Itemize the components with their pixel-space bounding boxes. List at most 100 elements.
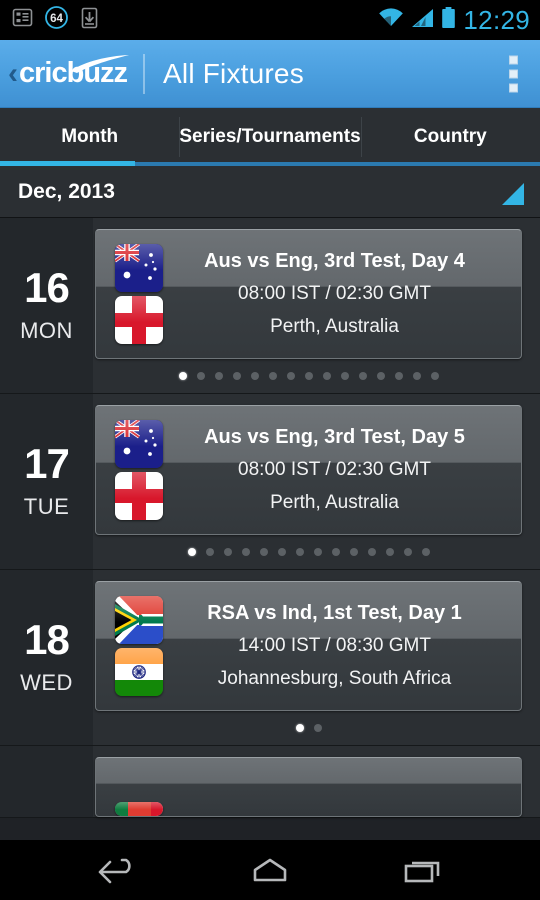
pagination-dot[interactable] xyxy=(286,372,295,380)
fixture-time: 08:00 IST / 02:30 GMT xyxy=(238,283,431,305)
signal-icon xyxy=(411,8,434,33)
fixture-flags xyxy=(106,596,172,696)
triangle-expand-icon[interactable] xyxy=(502,183,524,205)
fixture-day-column: 18 WED xyxy=(0,570,93,746)
australia-flag xyxy=(115,420,163,468)
pagination-dot[interactable] xyxy=(340,372,349,380)
recents-nav-icon[interactable] xyxy=(375,848,471,892)
wifi-icon xyxy=(378,7,404,33)
back-chevron-icon[interactable]: ‹ xyxy=(8,58,18,89)
svg-text:64: 64 xyxy=(50,13,63,25)
fixture-info: Aus vs Eng, 3rd Test, Day 5 08:00 IST / … xyxy=(172,426,511,514)
fixture-flags xyxy=(106,802,172,816)
pagination-dot[interactable] xyxy=(412,372,421,380)
pagination-dot[interactable] xyxy=(331,548,340,556)
status-bar-clock: 12:29 xyxy=(463,5,530,35)
action-bar-divider xyxy=(143,53,146,94)
pagination-dot[interactable] xyxy=(250,372,259,380)
pagination-dot[interactable] xyxy=(358,372,367,380)
england-flag xyxy=(115,296,163,344)
england-flag xyxy=(115,472,163,520)
fixture-time: 14:00 IST / 08:30 GMT xyxy=(238,635,431,657)
home-nav-icon[interactable] xyxy=(222,848,318,892)
pagination-dot[interactable] xyxy=(322,372,331,380)
pagination-dot[interactable] xyxy=(178,372,187,380)
fixture-card[interactable] xyxy=(95,757,522,817)
tab-series-label: Series/Tournaments xyxy=(179,126,361,147)
fixture-day-column: 17 TUE xyxy=(0,394,93,570)
action-bar: ‹ cricbuzz All Fixtures xyxy=(0,40,540,108)
pagination-dot[interactable] xyxy=(421,548,430,556)
download-icon xyxy=(80,7,99,34)
pagination-dot[interactable] xyxy=(349,548,358,556)
fixture-row[interactable]: 16 MON Aus vs Eng, 3rd Test, Day 4 08:00… xyxy=(0,218,540,394)
fixture-venue: Perth, Australia xyxy=(270,492,399,513)
fixture-row-body[interactable]: Aus vs Eng, 3rd Test, Day 4 08:00 IST / … xyxy=(93,218,540,394)
fixture-day-number: 17 xyxy=(24,440,70,487)
pagination-dot[interactable] xyxy=(196,372,205,380)
fixture-venue: Johannesburg, South Africa xyxy=(217,668,452,689)
fixture-title: Aus vs Eng, 3rd Test, Day 4 xyxy=(204,250,465,273)
tab-month-label: Month xyxy=(61,126,119,147)
pagination-dot[interactable] xyxy=(313,724,322,732)
fixture-day-number: 18 xyxy=(24,616,70,663)
fixture-day-name: WED xyxy=(20,670,73,695)
pagination-dot[interactable] xyxy=(259,548,268,556)
tab-series-tournaments[interactable]: Series/Tournaments xyxy=(179,108,361,166)
fixture-day-column: 16 MON xyxy=(0,218,93,394)
pagination-dot[interactable] xyxy=(223,548,232,556)
pagination-dot[interactable] xyxy=(394,372,403,380)
pagination-dot[interactable] xyxy=(205,548,214,556)
month-header-label: Dec, 2013 xyxy=(18,179,115,203)
fixture-pagination[interactable] xyxy=(95,535,522,569)
fixture-flags xyxy=(106,420,172,520)
back-nav-icon[interactable] xyxy=(69,848,165,892)
australia-flag xyxy=(115,244,163,292)
fixture-day-name: MON xyxy=(20,318,73,343)
pagination-dot[interactable] xyxy=(403,548,412,556)
fixture-row[interactable] xyxy=(0,746,540,818)
fixture-info: Aus vs Eng, 3rd Test, Day 4 08:00 IST / … xyxy=(172,250,511,338)
fixture-row[interactable]: 17 TUE Aus vs Eng, 3rd Test, Day 5 08:00… xyxy=(0,394,540,570)
fixtures-list[interactable]: 16 MON Aus vs Eng, 3rd Test, Day 4 08:00… xyxy=(0,218,540,840)
fixture-day-name: TUE xyxy=(23,494,70,519)
android-nav-bar xyxy=(0,840,540,900)
fixture-row-body[interactable]: Aus vs Eng, 3rd Test, Day 5 08:00 IST / … xyxy=(93,394,540,570)
pagination-dot[interactable] xyxy=(376,372,385,380)
pagination-dot[interactable] xyxy=(367,548,376,556)
fixture-title: RSA vs Ind, 1st Test, Day 1 xyxy=(207,602,462,625)
logo-swoosh-icon xyxy=(69,55,131,80)
pagination-dot[interactable] xyxy=(304,372,313,380)
pagination-dot[interactable] xyxy=(277,548,286,556)
fixture-row[interactable]: 18 WED RSA vs Ind, 1st Test, Day 1 14:00… xyxy=(0,570,540,746)
pagination-dot[interactable] xyxy=(241,548,250,556)
pagination-dot[interactable] xyxy=(232,372,241,380)
list-icon xyxy=(12,7,33,33)
fixture-info: RSA vs Ind, 1st Test, Day 1 14:00 IST / … xyxy=(172,602,511,690)
fixture-pagination[interactable] xyxy=(95,359,522,393)
pagination-dot[interactable] xyxy=(214,372,223,380)
pagination-dot[interactable] xyxy=(268,372,277,380)
tab-country[interactable]: Country xyxy=(360,108,540,166)
pagination-dot[interactable] xyxy=(295,548,304,556)
fixture-card[interactable]: Aus vs Eng, 3rd Test, Day 5 08:00 IST / … xyxy=(95,405,522,535)
fixture-row-body[interactable]: RSA vs Ind, 1st Test, Day 1 14:00 IST / … xyxy=(93,570,540,746)
fixture-day-column xyxy=(0,746,93,818)
pagination-dot[interactable] xyxy=(430,372,439,380)
fixture-row-body[interactable] xyxy=(93,746,540,818)
tab-month[interactable]: Month xyxy=(0,108,179,166)
pagination-dot[interactable] xyxy=(313,548,322,556)
india-flag xyxy=(115,648,163,696)
overflow-menu-icon[interactable] xyxy=(509,55,518,92)
fixture-card[interactable]: RSA vs Ind, 1st Test, Day 1 14:00 IST / … xyxy=(95,581,522,711)
fixture-card[interactable]: Aus vs Eng, 3rd Test, Day 4 08:00 IST / … xyxy=(95,229,522,359)
pagination-dot[interactable] xyxy=(385,548,394,556)
pagination-dot[interactable] xyxy=(295,724,304,732)
month-header[interactable]: Dec, 2013 xyxy=(0,166,540,218)
fixture-pagination[interactable] xyxy=(95,711,522,745)
south-africa-flag xyxy=(115,596,163,644)
fixture-venue: Perth, Australia xyxy=(270,316,399,337)
pagination-dot[interactable] xyxy=(187,548,196,556)
cricbuzz-logo[interactable]: cricbuzz xyxy=(19,55,130,90)
fixture-flags xyxy=(106,244,172,344)
